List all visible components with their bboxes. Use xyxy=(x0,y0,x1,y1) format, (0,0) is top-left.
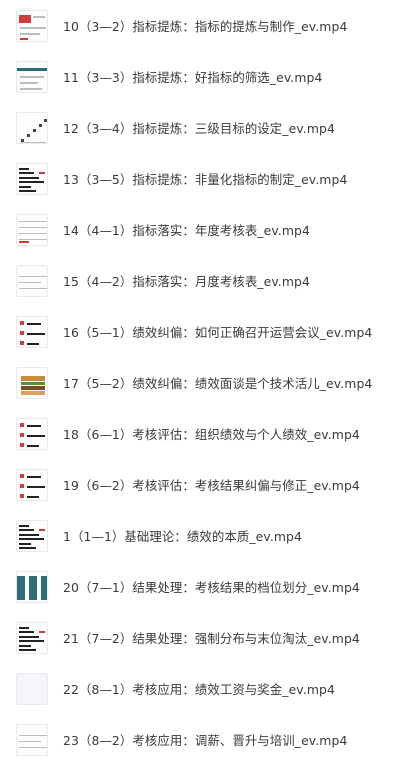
file-name: 11（3—3）指标提炼：好指标的筛选_ev.mp4 xyxy=(63,69,323,85)
file-name: 20（7—1）结果处理：考核结果的档位划分_ev.mp4 xyxy=(63,579,360,595)
file-item[interactable]: 22（8—1）考核应用：绩效工资与奖金_ev.mp4 xyxy=(0,663,419,714)
video-thumbnail xyxy=(16,315,48,348)
file-name: 15（4—2）指标落实：月度考核表_ev.mp4 xyxy=(63,273,310,289)
file-name: 23（8—2）考核应用：调薪、晋升与培训_ev.mp4 xyxy=(63,732,348,748)
file-list: 10（3—2）指标提炼：指标的提炼与制作_ev.mp4 11（3—3）指标提炼：好… xyxy=(0,0,419,756)
video-thumbnail xyxy=(16,9,48,42)
file-item[interactable]: 21（7—2）结果处理：强制分布与末位淘汰_ev.mp4 xyxy=(0,612,419,663)
file-item[interactable]: 12（3—4）指标提炼：三级目标的设定_ev.mp4 xyxy=(0,102,419,153)
file-name: 13（3—5）指标提炼：非量化指标的制定_ev.mp4 xyxy=(63,171,348,187)
file-item[interactable]: 20（7—1）结果处理：考核结果的档位划分_ev.mp4 xyxy=(0,561,419,612)
file-name: 17（5—2）绩效纠偏：绩效面谈是个技术活儿_ev.mp4 xyxy=(63,375,373,391)
file-item[interactable]: 19（6—2）考核评估：考核结果纠偏与修正_ev.mp4 xyxy=(0,459,419,510)
video-thumbnail xyxy=(16,162,48,195)
video-thumbnail xyxy=(16,60,48,93)
video-thumbnail xyxy=(16,264,48,297)
file-item[interactable]: 23（8—2）考核应用：调薪、晋升与培训_ev.mp4 xyxy=(0,714,419,765)
file-name: 19（6—2）考核评估：考核结果纠偏与修正_ev.mp4 xyxy=(63,477,360,493)
video-thumbnail xyxy=(16,570,48,603)
file-item[interactable]: 16（5—1）绩效纠偏：如何正确召开运营会议_ev.mp4 xyxy=(0,306,419,357)
file-item[interactable]: 14（4—1）指标落实：年度考核表_ev.mp4 xyxy=(0,204,419,255)
file-name: 18（6—1）考核评估：组织绩效与个人绩效_ev.mp4 xyxy=(63,426,360,442)
file-name: 12（3—4）指标提炼：三级目标的设定_ev.mp4 xyxy=(63,120,335,136)
file-item[interactable]: 10（3—2）指标提炼：指标的提炼与制作_ev.mp4 xyxy=(0,0,419,51)
file-item[interactable]: 18（6—1）考核评估：组织绩效与个人绩效_ev.mp4 xyxy=(0,408,419,459)
video-thumbnail xyxy=(16,417,48,450)
video-thumbnail xyxy=(16,621,48,654)
file-name: 14（4—1）指标落实：年度考核表_ev.mp4 xyxy=(63,222,310,238)
file-name: 16（5—1）绩效纠偏：如何正确召开运营会议_ev.mp4 xyxy=(63,324,373,340)
file-name: 1（1—1）基础理论：绩效的本质_ev.mp4 xyxy=(63,528,302,544)
video-thumbnail xyxy=(16,468,48,501)
video-thumbnail xyxy=(16,213,48,246)
file-name: 10（3—2）指标提炼：指标的提炼与制作_ev.mp4 xyxy=(63,18,348,34)
video-thumbnail xyxy=(16,519,48,552)
file-item[interactable]: 15（4—2）指标落实：月度考核表_ev.mp4 xyxy=(0,255,419,306)
video-thumbnail xyxy=(16,111,48,144)
video-thumbnail xyxy=(16,366,48,399)
file-item[interactable]: 17（5—2）绩效纠偏：绩效面谈是个技术活儿_ev.mp4 xyxy=(0,357,419,408)
file-name: 21（7—2）结果处理：强制分布与末位淘汰_ev.mp4 xyxy=(63,630,360,646)
file-name: 22（8—1）考核应用：绩效工资与奖金_ev.mp4 xyxy=(63,681,335,697)
video-thumbnail xyxy=(16,672,48,705)
file-item[interactable]: 1（1—1）基础理论：绩效的本质_ev.mp4 xyxy=(0,510,419,561)
file-item[interactable]: 13（3—5）指标提炼：非量化指标的制定_ev.mp4 xyxy=(0,153,419,204)
file-item[interactable]: 11（3—3）指标提炼：好指标的筛选_ev.mp4 xyxy=(0,51,419,102)
